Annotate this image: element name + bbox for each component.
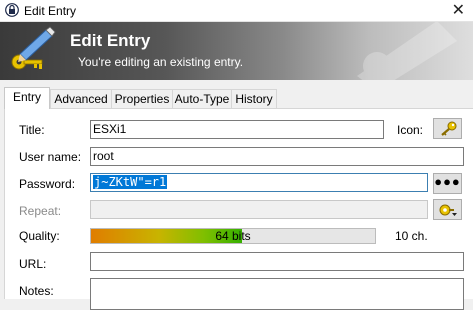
tab-auto-type[interactable]: Auto-Type	[172, 89, 232, 108]
title-field[interactable]: ESXi1	[90, 120, 384, 139]
show-password-button[interactable]: ●●●	[433, 173, 462, 194]
key-icon	[440, 121, 456, 136]
username-label: User name:	[19, 150, 82, 164]
repeat-field[interactable]	[90, 200, 428, 219]
password-generator-button[interactable]	[433, 199, 462, 220]
password-label: Password:	[19, 177, 76, 191]
window-titlebar: Edit Entry ✕	[0, 0, 473, 22]
tab-entry[interactable]: Entry	[4, 87, 50, 109]
tab-advanced[interactable]: Advanced	[50, 89, 112, 108]
header-banner: Edit Entry You're editing an existing en…	[0, 22, 473, 80]
banner-title: Edit Entry	[70, 31, 151, 50]
icon-label: Icon:	[397, 123, 424, 137]
close-icon[interactable]: ✕	[452, 0, 465, 20]
username-field[interactable]: root	[90, 147, 464, 166]
title-label: Title:	[19, 123, 45, 137]
banner-subtitle: You're editing an existing entry.	[78, 55, 244, 69]
repeat-label: Repeat:	[19, 204, 62, 218]
tab-properties[interactable]: Properties	[111, 89, 173, 108]
quality-label: Quality:	[19, 229, 60, 243]
notes-field[interactable]	[90, 278, 464, 310]
password-generator-icon	[439, 204, 457, 216]
notes-label: Notes:	[19, 284, 54, 298]
keepass-lock-icon	[5, 3, 19, 17]
quality-bits: 64 bits	[215, 229, 251, 243]
password-field[interactable]: j~ZKtW"=r1	[90, 173, 428, 192]
char-count: 10 ch.	[395, 229, 428, 243]
icon-picker-button[interactable]	[433, 118, 462, 139]
password-selection: j~ZKtW"=r1	[93, 175, 168, 189]
quality-bar: 64 bits	[90, 228, 376, 244]
url-field[interactable]	[90, 252, 464, 271]
banner-watermark-icon	[357, 22, 457, 80]
window-title: Edit Entry	[24, 4, 77, 18]
url-label: URL:	[19, 257, 47, 271]
edit-key-icon	[11, 26, 56, 70]
tab-history[interactable]: History	[231, 89, 277, 108]
